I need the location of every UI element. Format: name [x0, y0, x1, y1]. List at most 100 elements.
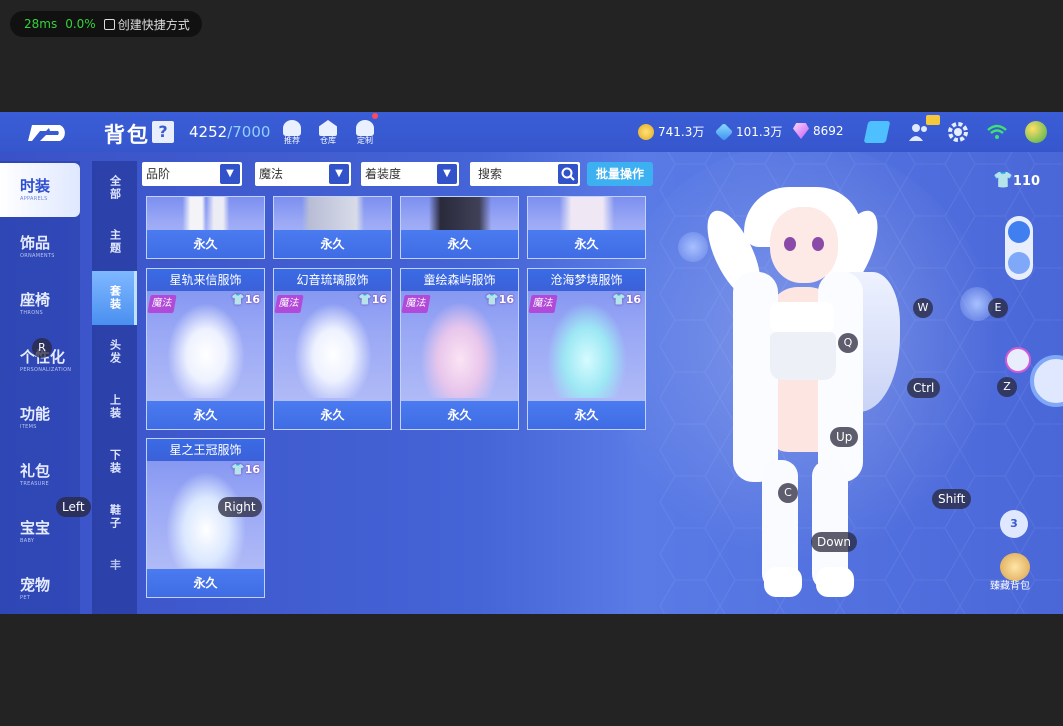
key-hint-down: Down — [811, 532, 858, 552]
sidebar-item-items[interactable]: 功能 ITEMS — [0, 391, 80, 445]
outfit-card[interactable]: 永久 — [527, 196, 646, 259]
logo-icon — [28, 125, 65, 141]
currency-diamond[interactable]: 8692 — [793, 123, 844, 139]
outfit-card[interactable]: 幻音琉璃服饰 魔法 👕16 永久 — [273, 268, 392, 430]
warehouse-label: 仓库 — [320, 136, 336, 145]
batch-operation-button[interactable]: 批量操作 — [587, 162, 653, 186]
ticket-icon — [714, 122, 734, 141]
page-title: 背包 — [104, 123, 150, 147]
rose-decoration — [678, 232, 708, 262]
car-icon[interactable] — [1008, 221, 1030, 243]
sidebar-item-apparels[interactable]: 时装 APPARELS — [0, 163, 80, 217]
boot-left — [764, 567, 802, 597]
game-logo — [26, 122, 72, 150]
character-top — [770, 302, 834, 332]
key-hint-left: Left — [56, 497, 91, 517]
tab-top[interactable]: 上装 — [92, 380, 137, 434]
outfit-name: 童绘森屿服饰 — [401, 269, 518, 291]
outfit-slot-badge[interactable]: 3 — [1000, 510, 1028, 538]
recommend-button[interactable]: 推荐 — [281, 120, 303, 146]
key-hint-ctrl: Ctrl — [907, 378, 941, 398]
tab-theme[interactable]: 主题 — [92, 215, 137, 269]
help-button[interactable]: ? — [152, 121, 174, 143]
level-value: 16 — [244, 293, 260, 306]
outfit-card[interactable]: 童绘森屿服饰 魔法 👕16 永久 — [400, 268, 519, 430]
grade-filter[interactable]: 品阶 ▼ — [142, 162, 242, 186]
sidebar-item-ornaments[interactable]: 饰品 ORNAMENTS — [0, 220, 80, 274]
search-placeholder: 搜索 — [478, 167, 503, 181]
mail-icon[interactable] — [926, 115, 940, 125]
wearing-filter[interactable]: 着装度 ▼ — [361, 162, 459, 186]
magnifier-icon[interactable] — [1005, 347, 1031, 373]
tab-bottom[interactable]: 下装 — [92, 435, 137, 489]
collection-bag-label[interactable]: 臻藏背包 — [990, 577, 1030, 592]
capacity-count: 4252/7000 — [189, 123, 270, 141]
outfit-name: 幻音琉璃服饰 — [274, 269, 391, 291]
outfit-card[interactable]: 永久 — [400, 196, 519, 259]
magic-filter[interactable]: 魔法 ▼ — [255, 162, 351, 186]
outfit-card[interactable]: 星轨来信服饰 魔法 👕16 永久 — [146, 268, 265, 430]
sidebar-label: 饰品 — [20, 234, 51, 252]
sidebar-item-treasure[interactable]: 礼包 TREASURE — [0, 448, 80, 502]
capacity-max: /7000 — [227, 123, 271, 141]
currency-gold[interactable]: 741.3万 — [638, 123, 704, 140]
tab-suit[interactable]: 套装 — [92, 271, 137, 325]
wearing-filter-label: 着装度 — [365, 167, 402, 181]
key-hint-right: Right — [218, 497, 262, 517]
outfit-name: 沧海梦境服饰 — [528, 269, 645, 291]
tab-more[interactable]: 丰 — [92, 545, 137, 585]
search-icon[interactable] — [558, 164, 578, 184]
search-input[interactable]: 搜索 — [470, 162, 580, 186]
custom-button[interactable]: 定制 — [354, 120, 376, 146]
avatar[interactable] — [1025, 121, 1047, 143]
sidebar-item-pet[interactable]: 宠物 PET — [0, 562, 80, 614]
level-value: 16 — [498, 293, 514, 306]
music-icon[interactable] — [1008, 252, 1030, 274]
chevron-down-icon: ▼ — [329, 164, 349, 184]
perf-overlay: 28ms 0.0% 创建快捷方式 — [10, 11, 202, 37]
diamond-icon — [793, 123, 809, 139]
duration-label: 永久 — [401, 230, 518, 258]
sidebar-label: 宝宝 — [20, 519, 51, 537]
tab-shoes[interactable]: 鞋子 — [92, 490, 137, 544]
outfit-card[interactable]: 星之王冠服饰 👕16 永久 — [146, 438, 265, 598]
eye-right — [812, 237, 824, 251]
sidebar-label: 宠物 — [20, 576, 51, 594]
warehouse-button[interactable]: 仓库 — [317, 120, 339, 146]
magic-filter-label: 魔法 — [259, 167, 284, 181]
level-value: 16 — [625, 293, 641, 306]
outfit-name: 星轨来信服饰 — [147, 269, 264, 291]
outfit-image — [167, 303, 245, 398]
grade-filter-label: 品阶 — [146, 167, 171, 181]
outfit-card[interactable]: 永久 — [146, 196, 265, 259]
key-hint-w: W — [913, 298, 933, 318]
gear-icon[interactable] — [947, 121, 969, 143]
tab-hair[interactable]: 头发 — [92, 325, 137, 379]
plus-shop-icon[interactable] — [863, 121, 891, 143]
ticket-amount: 101.3万 — [736, 125, 783, 139]
outfit-card[interactable]: 沧海梦境服饰 魔法 👕16 永久 — [527, 268, 646, 430]
level-value: 16 — [371, 293, 387, 306]
lightbulb-icon — [283, 120, 301, 136]
shortcut-icon — [103, 18, 115, 30]
duration-label: 永久 — [528, 230, 645, 258]
sidebar-sublabel: PERSONALIZATION — [20, 367, 72, 373]
currency-ticket[interactable]: 101.3万 — [714, 122, 783, 141]
outfit-name: 星之王冠服饰 — [147, 439, 264, 461]
capacity-used: 4252 — [189, 123, 228, 141]
outfit-card[interactable]: 永久 — [273, 196, 392, 259]
duration-label: 永久 — [274, 401, 391, 429]
create-shortcut-button[interactable]: 创建快捷方式 — [103, 16, 190, 33]
shirt-icon: 👕 — [993, 170, 1013, 189]
wifi-icon — [986, 121, 1008, 143]
sidebar-item-thrones[interactable]: 座椅 THRONS — [0, 277, 80, 331]
tab-all[interactable]: 全部 — [92, 161, 137, 215]
level-value: 16 — [244, 463, 260, 476]
duration-label: 永久 — [147, 569, 264, 597]
wifi-glyph — [987, 124, 1007, 139]
key-hint-shift: Shift — [932, 489, 972, 509]
outfit-image — [167, 473, 245, 568]
sidebar-sublabel: PET — [20, 595, 31, 601]
diamond-amount: 8692 — [813, 124, 844, 138]
sidebar-sublabel: APPARELS — [20, 196, 48, 202]
